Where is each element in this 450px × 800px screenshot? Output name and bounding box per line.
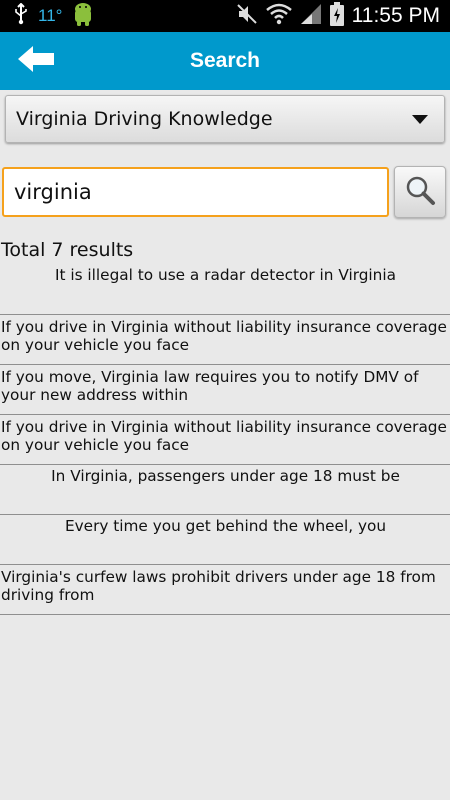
app-bar: Search — [0, 32, 450, 90]
mute-icon — [236, 3, 258, 29]
battery-icon — [329, 2, 344, 30]
result-item[interactable]: Every time you get behind the wheel, you — [0, 515, 450, 565]
results-count: Total 7 results — [1, 239, 134, 261]
result-item[interactable]: It is illegal to use a radar detector in… — [0, 264, 450, 315]
temperature-text: 11° — [38, 6, 63, 25]
category-dropdown-value: Virginia Driving Knowledge — [16, 108, 273, 130]
dropdown-caret-icon — [412, 115, 428, 124]
magnifier-icon — [404, 174, 436, 210]
back-arrow-icon — [16, 44, 56, 78]
result-item[interactable]: If you drive in Virginia without liabili… — [0, 315, 450, 365]
search-input[interactable] — [2, 167, 389, 217]
status-bar: 11° 11:55 PM — [0, 0, 450, 32]
status-bar-right: 11:55 PM — [236, 2, 440, 30]
status-bar-left: 11° — [14, 1, 94, 31]
wifi-icon — [265, 3, 292, 29]
category-dropdown[interactable]: Virginia Driving Knowledge — [5, 95, 445, 143]
result-item[interactable]: If you move, Virginia law requires you t… — [0, 365, 450, 415]
search-button[interactable] — [394, 166, 446, 218]
result-item[interactable]: In Virginia, passengers under age 18 mus… — [0, 465, 450, 515]
signal-icon — [300, 3, 322, 29]
android-icon — [72, 1, 94, 31]
usb-icon — [14, 2, 28, 29]
result-item[interactable]: If you drive in Virginia without liabili… — [0, 415, 450, 465]
back-button[interactable] — [12, 42, 60, 80]
clock-text: 11:55 PM — [351, 4, 440, 27]
results-list: It is illegal to use a radar detector in… — [0, 264, 450, 615]
page-title: Search — [189, 49, 261, 72]
result-item[interactable]: Virginia's curfew laws prohibit drivers … — [0, 565, 450, 615]
